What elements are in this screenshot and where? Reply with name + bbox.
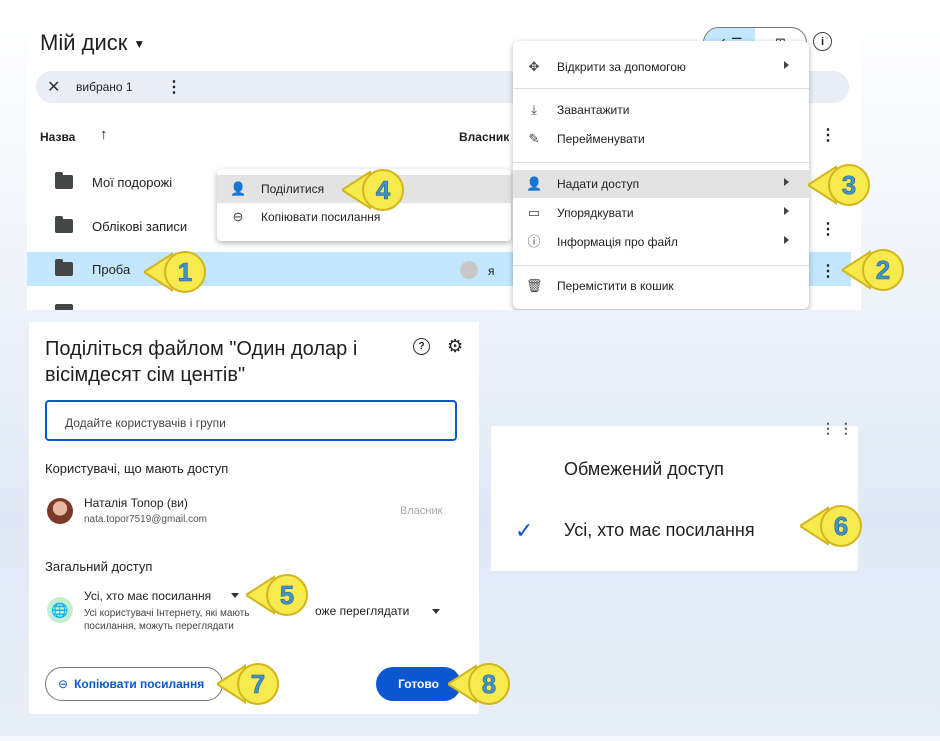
caret-down-icon[interactable] bbox=[231, 593, 239, 598]
menu-item-share-access[interactable]: 👤 Надати доступ bbox=[513, 170, 809, 198]
callout-number: 7 bbox=[237, 663, 279, 705]
copy-link-button[interactable]: ⊖ Копіювати посилання bbox=[45, 667, 223, 701]
option-anyone-with-link[interactable]: Усі, хто має посилання bbox=[564, 520, 755, 541]
clear-selection-icon[interactable]: ✕ bbox=[47, 77, 60, 97]
add-people-field[interactable] bbox=[45, 400, 457, 441]
shared-folder-icon bbox=[55, 172, 73, 189]
caret-down-icon[interactable] bbox=[432, 609, 440, 614]
avatar bbox=[47, 498, 73, 524]
menu-divider bbox=[513, 265, 809, 266]
info-icon[interactable]: i bbox=[813, 32, 832, 51]
menu-item-organize[interactable]: ▭ Упорядкувати bbox=[513, 199, 809, 227]
move-icon: ✥ bbox=[528, 59, 540, 74]
help-icon[interactable]: ? bbox=[413, 338, 430, 355]
general-access-heading: Загальний доступ bbox=[45, 559, 153, 574]
sort-arrow-icon[interactable]: ↑ bbox=[100, 126, 108, 143]
callout-number: 6 bbox=[820, 505, 862, 547]
add-person-icon: 👤 bbox=[230, 181, 247, 196]
more-icon[interactable]: ⋮ bbox=[820, 125, 836, 145]
trash-icon: 🗑 bbox=[526, 278, 543, 293]
callout-number: 5 bbox=[266, 574, 308, 616]
menu-item-label: Відкрити за допомогою bbox=[557, 60, 686, 74]
option-restricted[interactable]: Обмежений доступ bbox=[564, 459, 724, 480]
owner-name: я bbox=[488, 264, 495, 278]
menu-item-label: Перейменувати bbox=[557, 132, 645, 146]
menu-item-file-info[interactable]: ⓘ Інформація про файл bbox=[513, 228, 809, 256]
folder-open-icon: ▭ bbox=[527, 205, 541, 220]
user-email: nata.topor7519@gmail.com bbox=[84, 514, 207, 525]
chevron-right-icon bbox=[784, 236, 789, 244]
drive-title[interactable]: Мій диск ▼ bbox=[40, 30, 145, 56]
file-name: Облікові записи bbox=[92, 219, 188, 234]
dialog-title: Поділіться файлом "Один долар і вісімдес… bbox=[45, 338, 358, 386]
access-select[interactable]: Усі, хто має посилання bbox=[84, 589, 211, 603]
drive-title-label: Мій диск bbox=[40, 30, 128, 55]
folder-icon bbox=[55, 216, 73, 233]
column-owner-header[interactable]: Власник bbox=[459, 130, 509, 144]
file-name: Проба bbox=[92, 262, 131, 277]
menu-item-label: Надати доступ bbox=[557, 177, 640, 191]
globe-icon: 🌐 bbox=[47, 597, 73, 623]
download-icon: ⤓ bbox=[531, 102, 537, 117]
callout-number: 2 bbox=[862, 249, 904, 291]
callout-number: 8 bbox=[468, 663, 510, 705]
share-dialog: Поділіться файлом "Один долар і вісімдес… bbox=[29, 322, 479, 714]
user-role: Власник bbox=[400, 505, 443, 517]
add-person-icon: 👤 bbox=[526, 176, 543, 191]
chevron-right-icon bbox=[784, 61, 789, 69]
access-dropdown: ⋮ ⋮ Обмежений доступ ✓ Усі, хто має поси… bbox=[491, 420, 858, 571]
selection-count: вибрано 1 bbox=[76, 80, 133, 94]
menu-item-label: Перемістити в кошик bbox=[557, 279, 674, 293]
add-people-input[interactable] bbox=[63, 415, 447, 431]
more-actions-icon[interactable]: ⋮ bbox=[166, 77, 182, 97]
menu-item-rename[interactable]: ✎ Перейменувати bbox=[513, 125, 809, 153]
user-name: Наталія Топор (ви) bbox=[84, 496, 188, 510]
info-icon: ⓘ bbox=[527, 234, 541, 249]
chevron-right-icon bbox=[784, 178, 789, 186]
menu-item-label: Поділитися bbox=[261, 182, 325, 196]
chevron-right-icon bbox=[784, 207, 789, 215]
check-icon: ✓ bbox=[515, 518, 534, 543]
menu-item-label: Завантажити bbox=[557, 103, 630, 117]
menu-item-trash[interactable]: 🗑 Перемістити в кошик bbox=[513, 272, 809, 300]
row-more-icon[interactable]: ⋮ bbox=[820, 219, 836, 239]
menu-divider bbox=[513, 88, 809, 89]
file-name: Мої подорожі bbox=[92, 175, 173, 190]
menu-item-open-with[interactable]: ✥ Відкрити за допомогою bbox=[513, 53, 809, 81]
copy-link-label: Копіювати посилання bbox=[74, 677, 205, 691]
link-icon: ⊖ bbox=[232, 209, 244, 224]
rename-icon: ✎ bbox=[528, 131, 540, 146]
menu-item-label: Упорядкувати bbox=[557, 206, 634, 220]
column-name-header[interactable]: Назва bbox=[40, 130, 75, 144]
menu-item-download[interactable]: ⤓ Завантажити bbox=[513, 96, 809, 124]
menu-divider bbox=[513, 162, 809, 163]
context-menu: ✥ Відкрити за допомогою ⤓ Завантажити ✎ … bbox=[513, 41, 809, 309]
gear-icon[interactable]: ⚙ bbox=[447, 336, 463, 357]
people-heading: Користувачі, що мають доступ bbox=[45, 461, 229, 476]
partial-more-icon: ⋮ ⋮ bbox=[821, 420, 853, 436]
bottom-strip bbox=[0, 736, 940, 741]
menu-item-label: Копіювати посилання bbox=[261, 210, 381, 224]
folder-icon bbox=[55, 304, 73, 310]
menu-item-label: Інформація про файл bbox=[557, 235, 678, 249]
link-icon: ⊖ bbox=[58, 677, 69, 691]
caret-down-icon: ▼ bbox=[133, 37, 146, 52]
callout-number: 3 bbox=[828, 164, 870, 206]
row-more-icon[interactable]: ⋮ bbox=[820, 261, 836, 281]
owner-avatar bbox=[460, 261, 478, 279]
callout-number: 4 bbox=[362, 169, 404, 211]
callout-number: 1 bbox=[164, 251, 206, 293]
role-select[interactable]: оже переглядати bbox=[315, 604, 409, 618]
folder-icon bbox=[55, 259, 73, 276]
